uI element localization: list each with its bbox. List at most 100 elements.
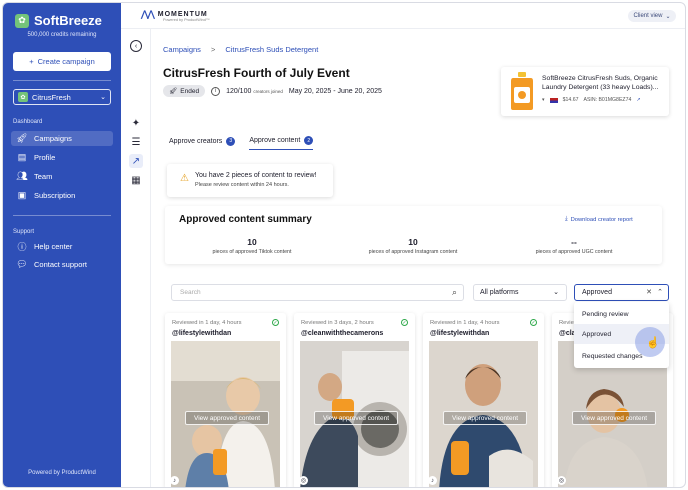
trending-icon[interactable]: ↗ xyxy=(129,154,143,168)
selected-brand: CitrusFresh xyxy=(32,92,71,102)
download-label: Download creator report xyxy=(570,216,633,223)
search-icon[interactable]: ⌕ xyxy=(452,287,457,298)
creator-handle[interactable]: @lifestylewithdan xyxy=(430,330,489,337)
breadcrumb: Campaigns > CitrusFresh Suds Detergent xyxy=(163,45,318,54)
checklist-icon[interactable]: ☰ xyxy=(129,135,143,149)
stat-label: pieces of approved UGC content xyxy=(535,249,613,255)
sidebar-item-label: Subscription xyxy=(34,191,76,200)
sparkle-icon[interactable]: ✦ xyxy=(129,116,143,130)
top-bar: ⋀⋀ MOMENTUM Powered by ProductWind™ Clie… xyxy=(121,3,685,29)
stat-value: 10 xyxy=(408,237,418,247)
help-icon: ⓘ xyxy=(17,242,27,252)
tab-approve-content[interactable]: Approve content 2 xyxy=(249,136,314,150)
sidebar-item-label: Help center xyxy=(34,242,73,251)
sidebar-item-label: Team xyxy=(34,172,53,181)
status-value: Approved xyxy=(582,289,612,296)
rocket-icon: 🚀︎ xyxy=(169,88,178,95)
joined-count: 120/100 creators joined xyxy=(226,88,283,95)
chat-icon: 💬︎ xyxy=(16,259,28,269)
creator-handle[interactable]: @cleanwiththecamerons xyxy=(301,330,383,337)
profile-card-icon: ▤ xyxy=(17,152,27,162)
chevron-up-icon[interactable]: ⌃ xyxy=(657,288,663,296)
platform-select[interactable]: All platforms ⌄ xyxy=(473,284,567,301)
product-meta: ▾ $14.67 ASIN: B01MG8EZ74 ↗ xyxy=(542,97,641,103)
stat-label: pieces of approved Instagram content xyxy=(368,249,458,255)
clear-icon[interactable]: ✕ xyxy=(646,288,652,296)
platform-value: All platforms xyxy=(480,289,519,296)
sidebar-item-label: Campaigns xyxy=(34,134,72,143)
client-view-dropdown[interactable]: Client view ⌄ xyxy=(628,10,676,22)
download-report-link[interactable]: ⤓ Download creator report xyxy=(565,216,633,223)
chevron-down-icon: ⌄ xyxy=(665,13,671,20)
gallery-icon[interactable]: ▦ xyxy=(129,173,143,187)
review-alert: ⚠ You have 2 pieces of content to review… xyxy=(167,164,333,197)
creator-handle[interactable]: @lifestylewithdan xyxy=(172,330,231,337)
subscription-icon: ▣ xyxy=(17,190,27,200)
brand-thumb-icon: ✿ xyxy=(18,92,28,102)
collapse-left-icon[interactable]: ‹ xyxy=(130,40,142,52)
reviewed-time: Reviewed in 1 day, 4 hours xyxy=(172,320,242,326)
stat-value: -- xyxy=(571,237,577,247)
option-pending-review[interactable]: Pending review xyxy=(574,304,669,324)
amazon-icon: ▾ xyxy=(542,97,545,103)
divider xyxy=(13,80,111,81)
status-label: Ended xyxy=(180,87,200,95)
product-asin: ASIN: B01MG8EZ74 xyxy=(583,97,632,103)
view-approved-content-button[interactable]: View approved content xyxy=(314,411,398,425)
status-badge: 🚀︎ Ended xyxy=(163,85,206,97)
sidebar-item-contact-support[interactable]: 💬︎ Contact support xyxy=(11,257,113,272)
alert-title: You have 2 pieces of content to review! xyxy=(195,172,317,179)
approved-check-icon: ✓ xyxy=(272,319,279,326)
product-card[interactable]: SoftBreeze CitrusFresh Suds, Organic Lau… xyxy=(501,67,669,116)
hand-cursor-icon: ☝ xyxy=(646,337,660,349)
view-approved-content-button[interactable]: View approved content xyxy=(572,411,656,425)
tab-approve-creators[interactable]: Approve creators 3 xyxy=(169,136,236,150)
momentum-wordmark: MOMENTUM xyxy=(157,11,208,18)
campaign-dates: May 20, 2025 - June 20, 2025 xyxy=(288,87,382,95)
softbreeze-logo-icon: ✿ xyxy=(15,13,29,28)
view-approved-content-button[interactable]: View approved content xyxy=(185,411,269,425)
icon-rail: ‹ ✦ ☰ ↗ ▦ xyxy=(121,29,151,487)
dashboard-section-label: Dashboard xyxy=(13,119,43,125)
create-campaign-button[interactable]: + Create campaign xyxy=(13,52,111,71)
joined-label: creators joined xyxy=(253,88,283,94)
view-approved-content-button[interactable]: View approved content xyxy=(443,411,527,425)
sidebar-item-team[interactable]: 👥︎ Team xyxy=(11,169,113,184)
search-input[interactable]: Search ⌕ xyxy=(171,284,464,301)
reviewed-time: Reviewed in 3 days, 2 hours xyxy=(301,320,374,326)
sidebar-item-help-center[interactable]: ⓘ Help center xyxy=(11,239,113,254)
divider xyxy=(13,215,111,216)
content-card[interactable]: Reviewed in 1 day, 4 hours ✓ @lifestylew… xyxy=(423,313,544,487)
sidebar-item-profile[interactable]: ▤ Profile xyxy=(11,150,113,165)
brand-selector[interactable]: ✿ CitrusFresh ⌄ xyxy=(13,89,111,105)
breadcrumb-campaigns[interactable]: Campaigns xyxy=(163,45,201,54)
sidebar-item-subscription[interactable]: ▣ Subscription xyxy=(11,188,113,203)
search-placeholder: Search xyxy=(180,289,201,296)
momentum-mark-icon: ⋀⋀ xyxy=(141,9,155,19)
external-link-icon[interactable]: ↗ xyxy=(636,97,640,103)
tab-label: Approve creators xyxy=(169,137,223,145)
tab-count-badge: 2 xyxy=(304,136,314,145)
stat-tiktok: 10 pieces of approved Tiktok content xyxy=(169,237,335,255)
rocket-icon: 🚀︎ xyxy=(16,133,28,143)
page-title: CitrusFresh Fourth of July Event xyxy=(163,66,350,80)
create-campaign-label: Create campaign xyxy=(37,57,95,66)
content-card[interactable]: Reviewed in 3 days, 2 hours ✓ @cleanwith… xyxy=(294,313,415,487)
sidebar-item-campaigns[interactable]: 🚀︎ Campaigns xyxy=(11,131,113,146)
reviewed-time: Revie xyxy=(559,320,574,326)
content-card[interactable]: Reviewed in 1 day, 4 hours ✓ @lifestylew… xyxy=(165,313,286,487)
tiktok-icon: ♪ xyxy=(428,476,437,485)
joined-value: 120/100 xyxy=(226,87,252,95)
info-icon[interactable]: i xyxy=(211,86,221,96)
breadcrumb-current[interactable]: CitrusFresh Suds Detergent xyxy=(225,45,318,54)
stat-instagram: 10 pieces of approved Instagram content xyxy=(330,237,496,255)
campaign-meta: 🚀︎ Ended i 120/100 creators joined May 2… xyxy=(163,85,382,97)
tab-count-badge: 3 xyxy=(226,136,236,146)
tiktok-icon: ♪ xyxy=(170,476,179,485)
approved-check-icon: ✓ xyxy=(401,319,408,326)
brand: ✿ SoftBreeze xyxy=(15,13,102,28)
status-select[interactable]: Approved ✕ ⌃ xyxy=(574,284,669,301)
app-window: ✿ SoftBreeze 500,000 credits remaining +… xyxy=(2,2,686,488)
tab-label: Approve content xyxy=(249,137,301,144)
download-icon: ⤓ xyxy=(565,216,568,222)
